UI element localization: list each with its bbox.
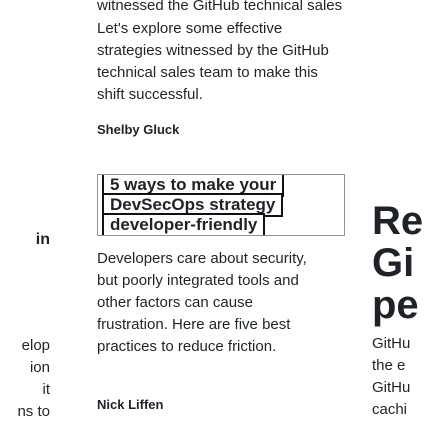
bottom-article-author[interactable]: Nick Liffen [97, 397, 163, 412]
bottom-article-excerpt: Developers care about security, but poor… [97, 250, 307, 355]
top-article-cut-line: witnessed the GitHub technical sales tea… [97, 0, 345, 14]
right-excerpt-line: GitHu [372, 335, 411, 352]
right-article-excerpt: GitHu the e GitHu cachi [372, 333, 410, 421]
left-excerpt-line: ion [29, 359, 50, 376]
center-column: witnessed the GitHub technical sales tea… [97, 0, 345, 448]
top-article-excerpt: Let's explore some effective strategies … [97, 20, 329, 103]
right-excerpt-line: GitHu [372, 379, 411, 396]
right-article-card[interactable]: Re Gi pe GitHu the e GitHu cachi [372, 0, 448, 448]
right-title-line: Gi [372, 241, 415, 285]
right-excerpt-line: cachi [372, 401, 408, 418]
left-excerpt-line: ns to [17, 403, 50, 420]
left-excerpt-line: elop [21, 337, 50, 354]
left-excerpt-line: it [42, 381, 51, 398]
thumbnail-headline-line: developer-friendly [102, 213, 266, 235]
left-article-excerpt: elop ion it ns to [0, 335, 50, 423]
left-article-title[interactable]: in [0, 230, 50, 250]
top-article-author[interactable]: Shelby Gluck [97, 122, 179, 137]
right-article-title[interactable]: Re Gi pe [372, 200, 423, 326]
left-article-card[interactable]: in elop ion it ns to [0, 0, 50, 448]
article-thumbnail[interactable]: 5 ways to make your DevSecOps strategy d… [97, 174, 345, 236]
right-title-line: Re [372, 199, 424, 243]
right-excerpt-line: the e [372, 357, 406, 374]
blog-grid: in elop ion it ns to witnessed the GitHu… [0, 0, 448, 448]
right-title-line: pe [372, 283, 419, 327]
